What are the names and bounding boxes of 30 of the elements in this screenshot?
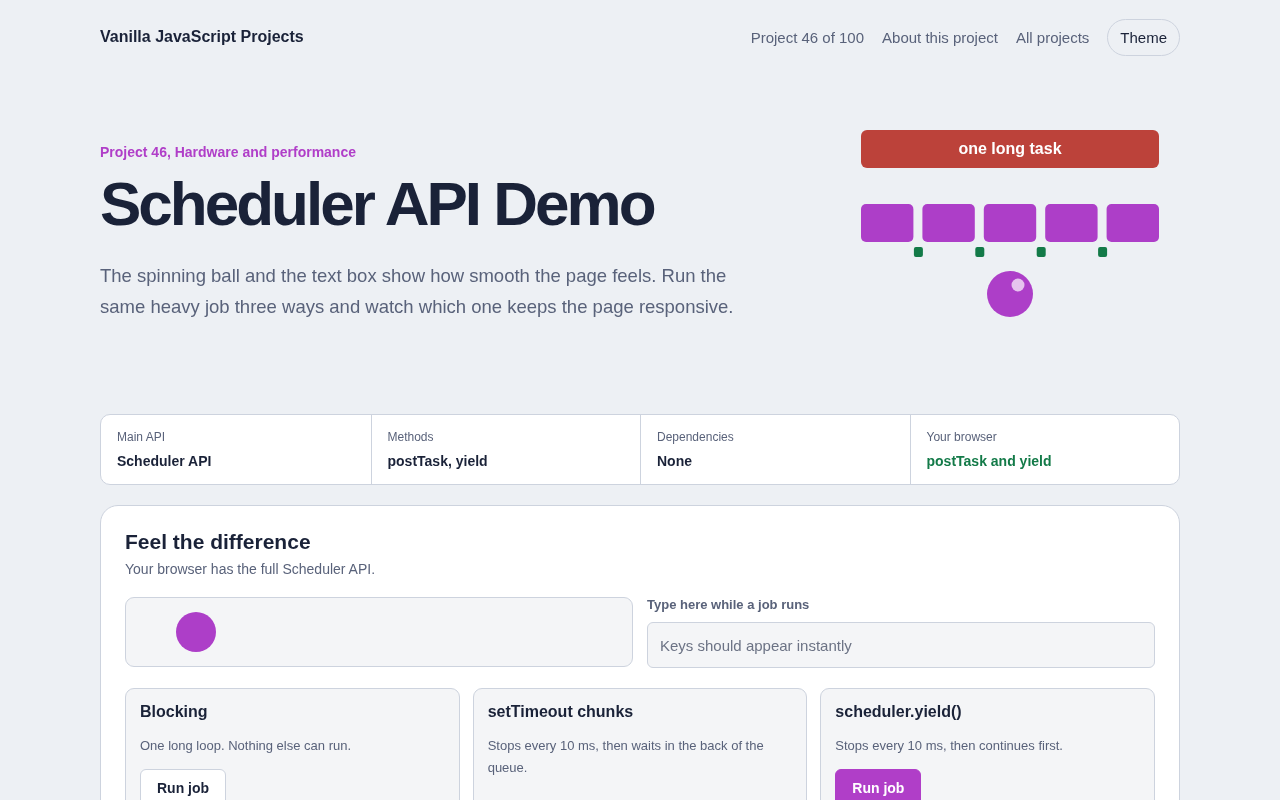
ball-icon — [176, 612, 216, 652]
hero-description: The spinning ball and the text box show how smooth the page feels. Run the same heavy job three ways and watch which one keeps the page responsive. — [100, 264, 735, 319]
nav-link[interactable]: All projects — [1015, 28, 1090, 46]
section-title: Feel the difference — [125, 530, 312, 554]
input-field[interactable]: Keys should appear instantly — [647, 622, 1155, 668]
fact-value: Scheduler API — [117, 453, 213, 469]
run-job-button[interactable]: Run job — [140, 769, 227, 800]
page-title: Scheduler API Demo — [100, 168, 656, 240]
site-title[interactable]: Vanilla JavaScript Projects — [100, 28, 304, 46]
method-title: Blocking — [140, 703, 209, 721]
nav-link[interactable]: About this project — [882, 28, 998, 46]
run-job-button[interactable]: Run job — [835, 769, 922, 800]
ball-icon — [986, 270, 1034, 318]
input-label: Type here while a job runs — [647, 597, 811, 612]
nav-link[interactable]: Project 46 of 100 — [750, 28, 865, 46]
method-description: Stops every 10 ms, then waits in the back of the queue. — [487, 737, 765, 777]
method-description: One long loop. Nothing else can run. — [140, 737, 353, 755]
fact-label: Methods — [387, 430, 435, 444]
section-subtitle: Your browser has the full Scheduler API. — [125, 561, 377, 577]
fact-value: None — [657, 453, 693, 469]
long-task-bar: one long task — [861, 130, 1159, 168]
method-title: scheduler.yield() — [835, 703, 963, 721]
fact-label: Dependencies — [657, 430, 735, 444]
fact-value: postTask, yield — [387, 453, 489, 469]
fact-label: Main API — [117, 430, 167, 444]
eyebrow-label: Project 46, Hardware and performance — [100, 144, 357, 160]
method-title: setTimeout chunks — [487, 703, 635, 721]
fact-value: postTask and yield — [926, 453, 1053, 469]
method-description: Stops every 10 ms, then continues first. — [835, 737, 1064, 755]
fact-label: Your browser — [926, 430, 998, 444]
